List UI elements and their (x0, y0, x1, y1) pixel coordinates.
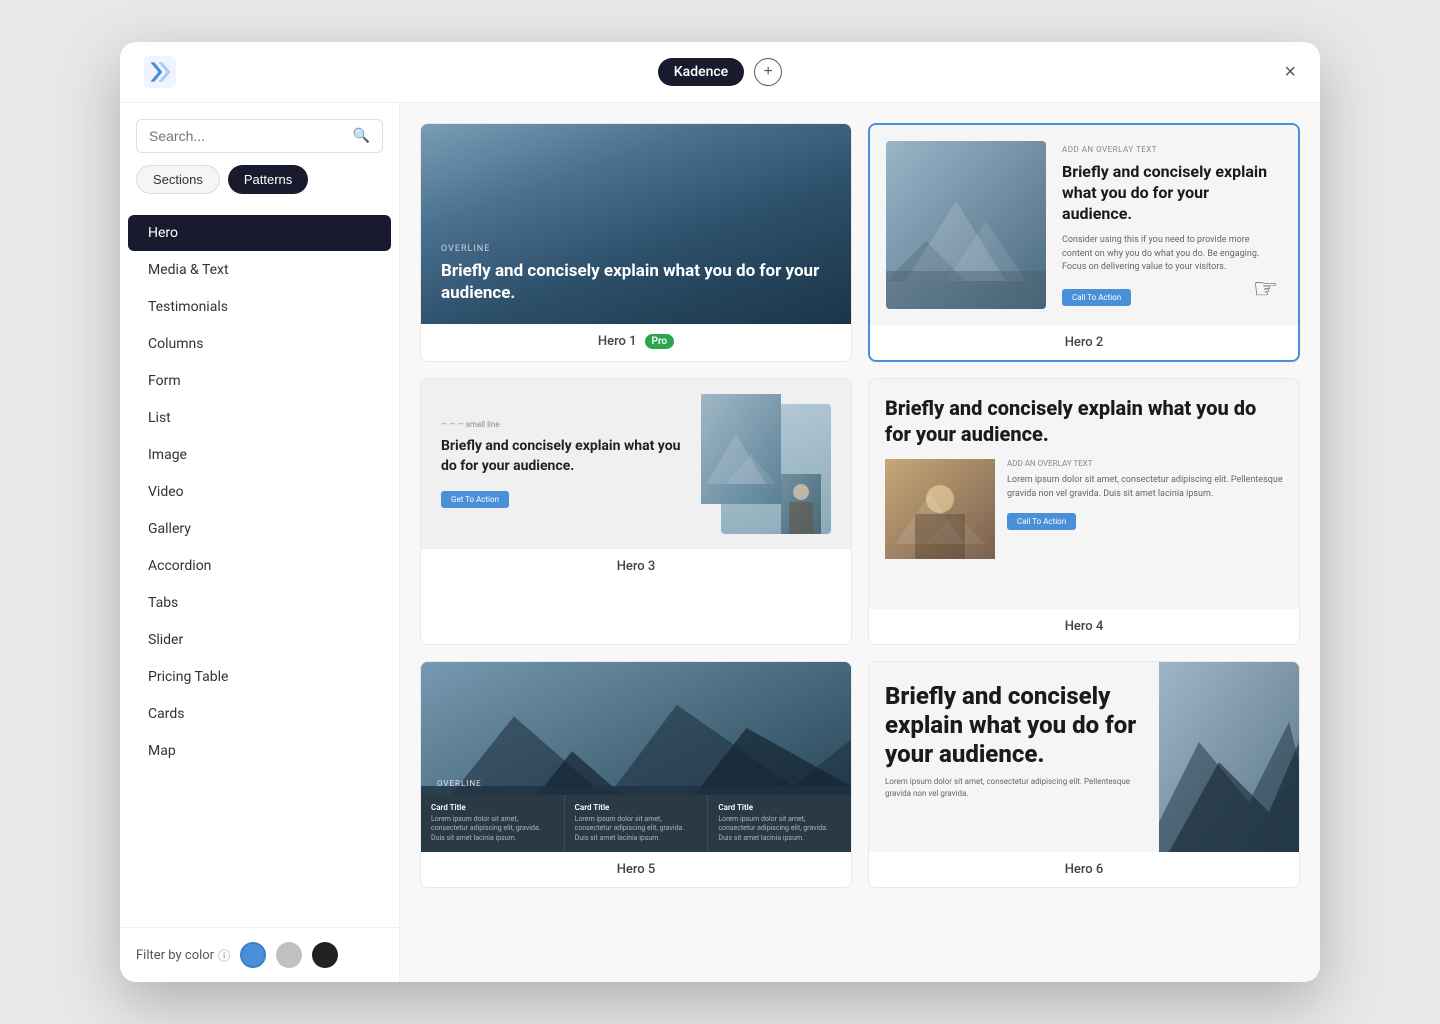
hero2-image (886, 141, 1046, 309)
nav-item-map[interactable]: Map (128, 733, 391, 769)
search-box: 🔍 (136, 119, 383, 153)
kadence-logo-icon (144, 56, 176, 88)
pro-badge: Pro (645, 334, 675, 349)
color-swatch-black[interactable] (312, 942, 338, 968)
nav-item-cards[interactable]: Cards (128, 696, 391, 732)
nav-item-form[interactable]: Form (128, 363, 391, 399)
nav-item-testimonials[interactable]: Testimonials (128, 289, 391, 325)
nav-item-list[interactable]: List (128, 400, 391, 436)
filter-row: Filter by color ⓘ (120, 927, 399, 982)
nav-item-hero[interactable]: Hero (128, 215, 391, 251)
modal-container: Kadence + × 🔍 Sections Patterns Hero Med… (120, 42, 1320, 982)
nav-item-pricing-table[interactable]: Pricing Table (128, 659, 391, 695)
nav-item-video[interactable]: Video (128, 474, 391, 510)
nav-item-tabs[interactable]: Tabs (128, 585, 391, 621)
nav-item-media-text[interactable]: Media & Text (128, 252, 391, 288)
search-icon: 🔍 (353, 128, 370, 144)
main-content: OVERLINE Briefly and concisely explain w… (400, 103, 1320, 982)
card-hero1[interactable]: OVERLINE Briefly and concisely explain w… (420, 123, 852, 362)
hero5-card-1: Card Title Lorem ipsum dolor sit amet, c… (421, 795, 565, 852)
hero1-preview: OVERLINE Briefly and concisely explain w… (421, 124, 851, 324)
hero3-cta: Get To Action (441, 491, 509, 508)
nav-item-gallery[interactable]: Gallery (128, 511, 391, 547)
hero3-label: Hero 3 (421, 549, 851, 584)
tab-row: Sections Patterns (120, 165, 399, 210)
search-input[interactable] (149, 128, 345, 144)
hero2-mountain-svg (886, 141, 1046, 309)
filter-help-icon[interactable]: ⓘ (218, 947, 230, 964)
filter-label: Filter by color ⓘ (136, 947, 230, 964)
hero6-image (1159, 662, 1299, 852)
hero3-images (701, 394, 831, 534)
modal-header: Kadence + × (120, 42, 1320, 103)
hero4-cta: Call To Action (1007, 513, 1076, 530)
nav-item-accordion[interactable]: Accordion (128, 548, 391, 584)
hero4-preview: Briefly and concisely explain what you d… (869, 379, 1299, 609)
hero5-card-2: Card Title Lorem ipsum dolor sit amet, c… (565, 795, 709, 852)
hero1-label: Hero 1 Pro (421, 324, 851, 359)
nav-item-image[interactable]: Image (128, 437, 391, 473)
modal-body: 🔍 Sections Patterns Hero Media & Text Te… (120, 103, 1320, 982)
hero3-text: — — — small line Briefly and concisely e… (441, 420, 685, 507)
card-hero2[interactable]: ADD AN OVERLAY TEXT Briefly and concisel… (868, 123, 1300, 362)
hero4-label: Hero 4 (869, 609, 1299, 644)
card-hero6[interactable]: Briefly and concisely explain what you d… (868, 661, 1300, 888)
kadence-badge: Kadence (658, 58, 744, 86)
plus-button[interactable]: + (754, 58, 782, 86)
nav-item-columns[interactable]: Columns (128, 326, 391, 362)
card-hero3[interactable]: — — — small line Briefly and concisely e… (420, 378, 852, 645)
nav-item-slider[interactable]: Slider (128, 622, 391, 658)
card-hero5[interactable]: OVERLINE Briefly and concisely explain w… (420, 661, 852, 888)
card-hero4[interactable]: Briefly and concisely explain what you d… (868, 378, 1300, 645)
hero6-preview-wrap: Briefly and concisely explain what you d… (869, 662, 1299, 852)
hero2-label: Hero 2 (870, 325, 1298, 360)
hero4-image (885, 459, 995, 559)
color-swatch-gray[interactable] (276, 942, 302, 968)
nav-list: Hero Media & Text Testimonials Columns F… (120, 210, 399, 927)
hero6-text: Briefly and concisely explain what you d… (869, 662, 1159, 852)
hero2-preview: ADD AN OVERLAY TEXT Briefly and concisel… (870, 125, 1298, 325)
close-button[interactable]: × (1284, 61, 1296, 84)
hero4-bottom-text: ADD AN OVERLAY TEXT Lorem ipsum dolor si… (1007, 459, 1283, 530)
tab-patterns[interactable]: Patterns (228, 165, 308, 194)
hero5-preview-wrap: OVERLINE Briefly and concisely explain w… (421, 662, 851, 852)
hero2-content: ADD AN OVERLAY TEXT Briefly and concisel… (1062, 141, 1282, 306)
hero3-preview: — — — small line Briefly and concisely e… (421, 379, 851, 549)
hero6-label: Hero 6 (869, 852, 1299, 887)
hero5-card-3: Card Title Lorem ipsum dolor sit amet, c… (708, 795, 851, 852)
cursor-icon: ☞ (1253, 272, 1278, 305)
sidebar: 🔍 Sections Patterns Hero Media & Text Te… (120, 103, 400, 982)
color-swatch-blue[interactable] (240, 942, 266, 968)
header-center: Kadence + (658, 58, 782, 86)
tab-sections[interactable]: Sections (136, 165, 220, 194)
search-container: 🔍 (120, 103, 399, 165)
hero2-cta: Call To Action (1062, 289, 1131, 306)
template-grid: OVERLINE Briefly and concisely explain w… (420, 123, 1300, 888)
header-logo (144, 56, 176, 88)
hero5-label: Hero 5 (421, 852, 851, 887)
